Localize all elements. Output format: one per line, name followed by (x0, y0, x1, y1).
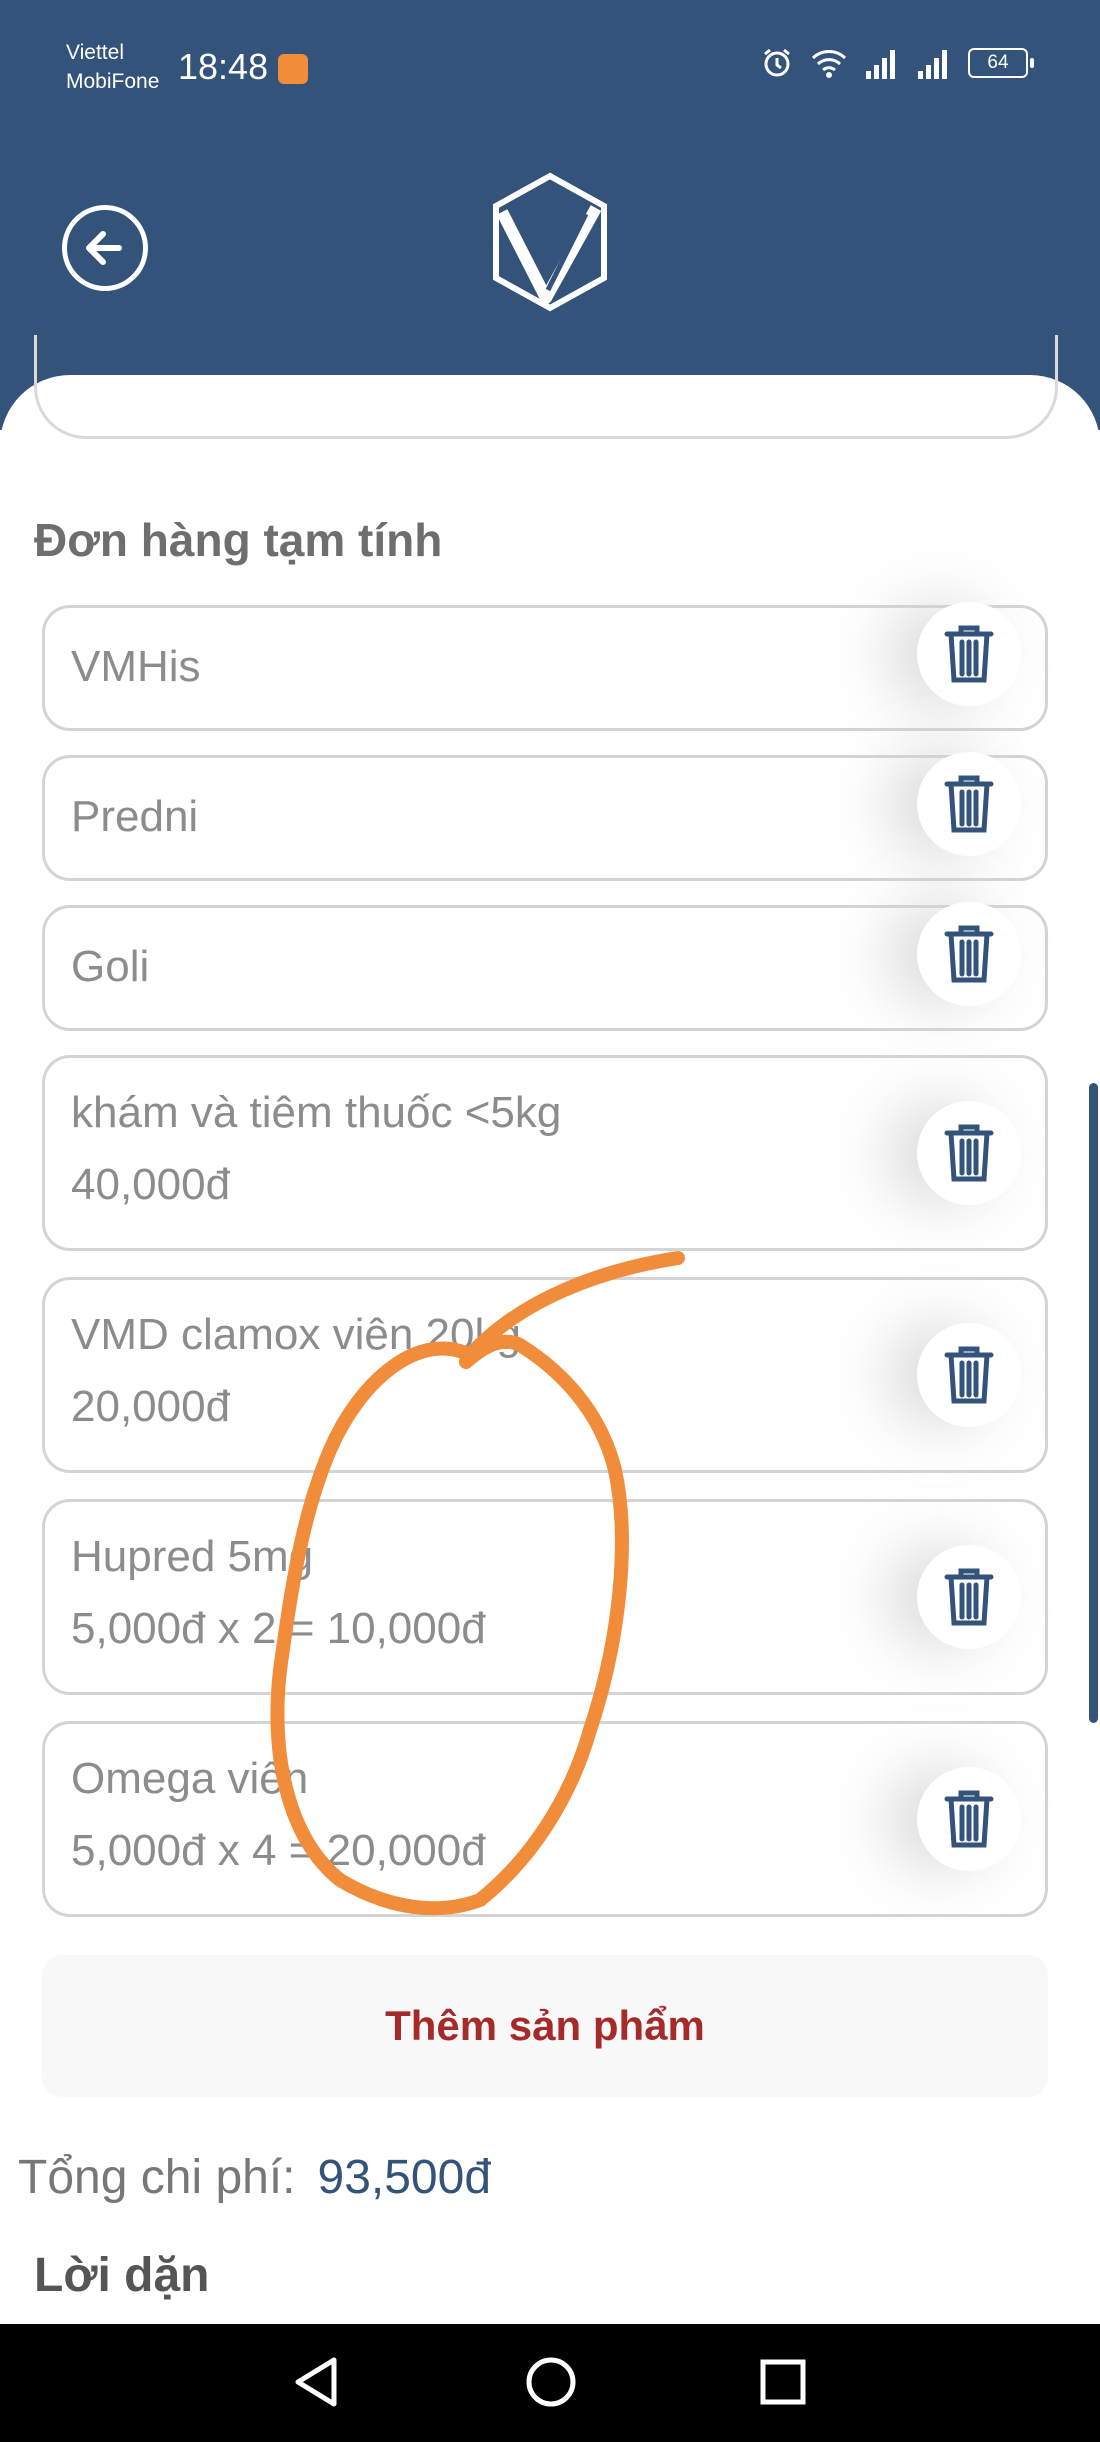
scrollbar[interactable] (1089, 1083, 1098, 1723)
total-cost: Tổng chi phí: 93,500đ (18, 2150, 491, 2205)
item-name: VMD clamox viên 20kg (71, 1310, 521, 1359)
signal-icon (918, 50, 947, 79)
order-item[interactable]: Omega viên 5,000đ x 4 = 20,000đ (42, 1721, 1048, 1917)
order-title: Đơn hàng tạm tính (34, 514, 443, 566)
delete-button[interactable] (917, 602, 1021, 706)
add-product-button[interactable]: Thêm sản phẩm (42, 1955, 1048, 2097)
trash-icon (944, 775, 994, 833)
item-name: Hupred 5mg (71, 1532, 314, 1581)
carrier-1: Viettel (66, 41, 124, 64)
item-price: 5,000đ x 2 = 10,000đ (71, 1604, 486, 1653)
carrier-info: Viettel MobiFone (66, 38, 159, 96)
signal-icon (866, 50, 895, 79)
delete-button[interactable] (917, 752, 1021, 856)
trash-icon (944, 625, 994, 683)
item-name: khám và tiêm thuốc <5kg (71, 1088, 562, 1137)
order-item[interactable]: Hupred 5mg 5,000đ x 2 = 10,000đ (42, 1499, 1048, 1695)
trash-icon (944, 1568, 994, 1626)
home-nav-button[interactable] (524, 2354, 578, 2410)
trash-icon (944, 925, 994, 983)
order-item[interactable]: Predni (42, 752, 1048, 881)
status-icons: 64 (760, 46, 1034, 80)
order-item[interactable]: VMHis (42, 602, 1048, 731)
delete-button[interactable] (917, 1545, 1021, 1649)
clock: 18:48 (178, 46, 269, 87)
battery-level: 64 (987, 52, 1009, 73)
delete-button[interactable] (917, 1323, 1021, 1427)
item-price: 5,000đ x 4 = 20,000đ (71, 1826, 486, 1875)
item-name: Omega viên (71, 1754, 309, 1803)
recent-apps-button[interactable] (758, 2354, 808, 2410)
notes-label: Lời dặn (34, 2249, 210, 2302)
item-name: Goli (71, 942, 150, 991)
back-nav-button[interactable] (290, 2354, 340, 2410)
delete-button[interactable] (917, 1101, 1021, 1205)
total-value: 93,500đ (317, 2151, 492, 2204)
trash-icon (944, 1124, 994, 1182)
carrier-2: MobiFone (66, 70, 160, 93)
wifi-icon (811, 50, 847, 78)
battery-icon: 64 (968, 48, 1034, 78)
alarm-icon (764, 48, 790, 77)
delete-button[interactable] (917, 902, 1021, 1006)
trash-icon (944, 1346, 994, 1404)
notification-app-icon (278, 54, 308, 84)
item-price: 20,000đ (71, 1382, 231, 1431)
total-label: Tổng chi phí: (18, 2151, 296, 2204)
trash-icon (944, 1790, 994, 1848)
status-bar: Viettel MobiFone 18:48 64 (0, 0, 1100, 130)
delete-button[interactable] (917, 1767, 1021, 1871)
item-price: 40,000đ (71, 1160, 231, 1209)
item-name: VMHis (71, 642, 201, 691)
partial-input-field[interactable] (34, 335, 1058, 439)
order-item[interactable]: khám và tiêm thuốc <5kg 40,000đ (42, 1055, 1048, 1251)
arrow-left-icon (86, 231, 122, 265)
order-item[interactable]: Goli (42, 902, 1048, 1031)
vm-logo (493, 172, 607, 312)
back-button[interactable] (62, 205, 148, 291)
item-name: Predni (71, 792, 199, 841)
order-item[interactable]: VMD clamox viên 20kg 20,000đ (42, 1277, 1048, 1473)
system-nav-bar (0, 2324, 1100, 2442)
